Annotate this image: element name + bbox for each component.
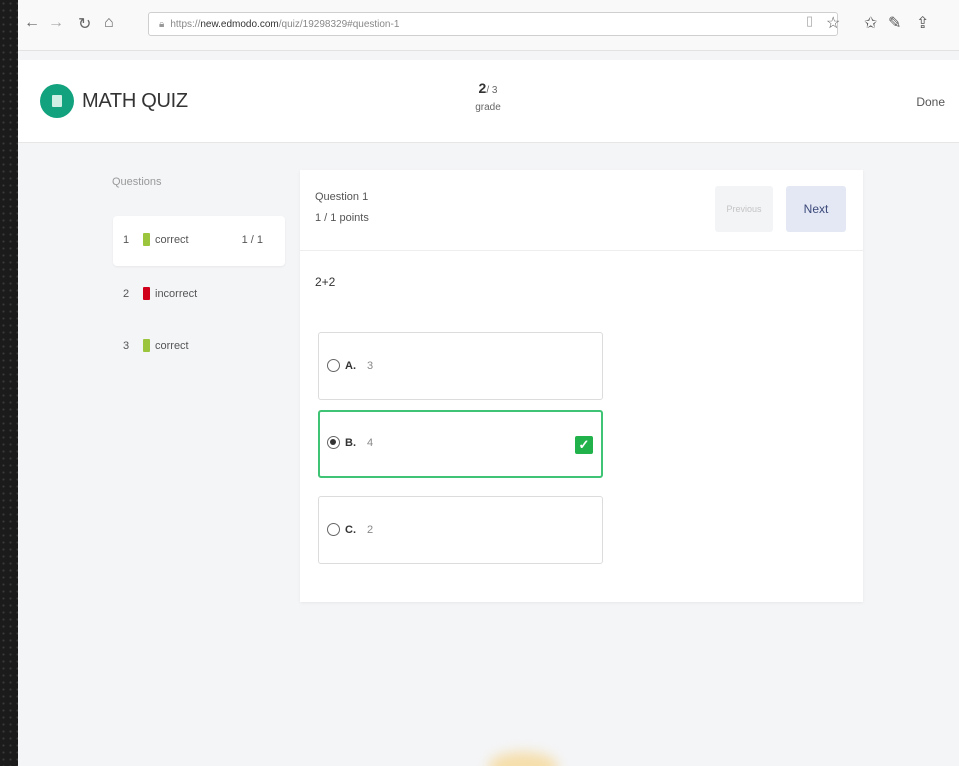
share-icon[interactable]: ⇪ (916, 13, 929, 33)
radio-unchecked-icon[interactable] (327, 523, 340, 536)
question-card-header: Question 1 1 / 1 points Previous Next (300, 170, 863, 251)
correct-flag-icon (143, 339, 150, 352)
answer-option-b[interactable]: B. 4 ✓ (318, 410, 603, 478)
browser-toolbar: ← → ↻ ⌂ 🔒︎ https://new.edmodo.com/quiz/19… (18, 0, 959, 51)
quiz-logo-icon (40, 84, 74, 118)
answer-option-a[interactable]: A. 3 (318, 332, 603, 400)
url-path: /quiz/19298329#question-1 (278, 19, 400, 30)
address-bar[interactable]: 🔒︎ https://new.edmodo.com/quiz/19298329#q… (148, 12, 838, 36)
favorites-icon[interactable]: ✩ (864, 13, 877, 33)
screen: ← → ↻ ⌂ 🔒︎ https://new.edmodo.com/quiz/19… (18, 0, 959, 766)
previous-button[interactable]: Previous (715, 186, 773, 232)
sidebar-question-3[interactable]: 3 correct (113, 322, 285, 372)
question-points: 1 / 1 (241, 234, 263, 246)
incorrect-flag-icon (143, 287, 150, 300)
question-title: Question 1 (315, 191, 369, 203)
lock-icon: 🔒︎ (159, 19, 165, 30)
option-value: 4 (367, 437, 374, 449)
grade-total: / 3 (486, 85, 498, 96)
option-letter: A. (345, 360, 356, 372)
pen-icon[interactable]: ✎ (888, 13, 901, 33)
sidebar-question-2[interactable]: 2 incorrect (113, 270, 285, 320)
question-number: 1 (123, 234, 130, 246)
checkmark-icon: ✓ (575, 436, 593, 454)
sidebar-question-1[interactable]: 1 correct 1 / 1 (113, 216, 285, 266)
url-host: new.edmodo.com (200, 19, 279, 30)
star-icon[interactable]: ☆ (826, 13, 840, 33)
page-title: MATH QUIZ (82, 90, 188, 112)
answer-option-c[interactable]: C. 2 (318, 496, 603, 564)
grade-summary: 2/ 3 grade (458, 80, 518, 113)
question-status: incorrect (155, 288, 198, 300)
forward-arrow-icon[interactable]: → (48, 14, 64, 32)
option-letter: C. (345, 524, 356, 536)
radio-checked-icon[interactable] (327, 436, 340, 449)
question-card: Question 1 1 / 1 points Previous Next 2+… (300, 170, 863, 602)
option-value: 3 (367, 360, 374, 372)
next-button[interactable]: Next (786, 186, 846, 232)
back-arrow-icon[interactable]: ← (24, 14, 40, 32)
url-prefix: https:// (170, 19, 201, 30)
correct-flag-icon (143, 233, 150, 246)
question-points-earned: 1 / 1 points (315, 212, 369, 224)
radio-unchecked-icon[interactable] (327, 359, 340, 372)
reload-icon[interactable]: ↻ (78, 14, 91, 34)
question-text: 2+2 (315, 275, 336, 289)
grade-label: grade (475, 102, 501, 113)
option-value: 2 (367, 524, 374, 536)
questions-heading: Questions (112, 176, 162, 188)
done-button[interactable]: Done (916, 95, 945, 109)
home-icon[interactable]: ⌂ (104, 14, 114, 32)
question-number: 2 (123, 288, 130, 300)
reader-icon[interactable]: ▯ (806, 13, 813, 29)
question-status: correct (155, 234, 189, 246)
decorative-glow (488, 752, 558, 766)
app-header: MATH QUIZ 2/ 3 grade Done (18, 60, 959, 143)
question-status: correct (155, 340, 189, 352)
option-letter: B. (345, 437, 356, 449)
question-number: 3 (123, 340, 130, 352)
